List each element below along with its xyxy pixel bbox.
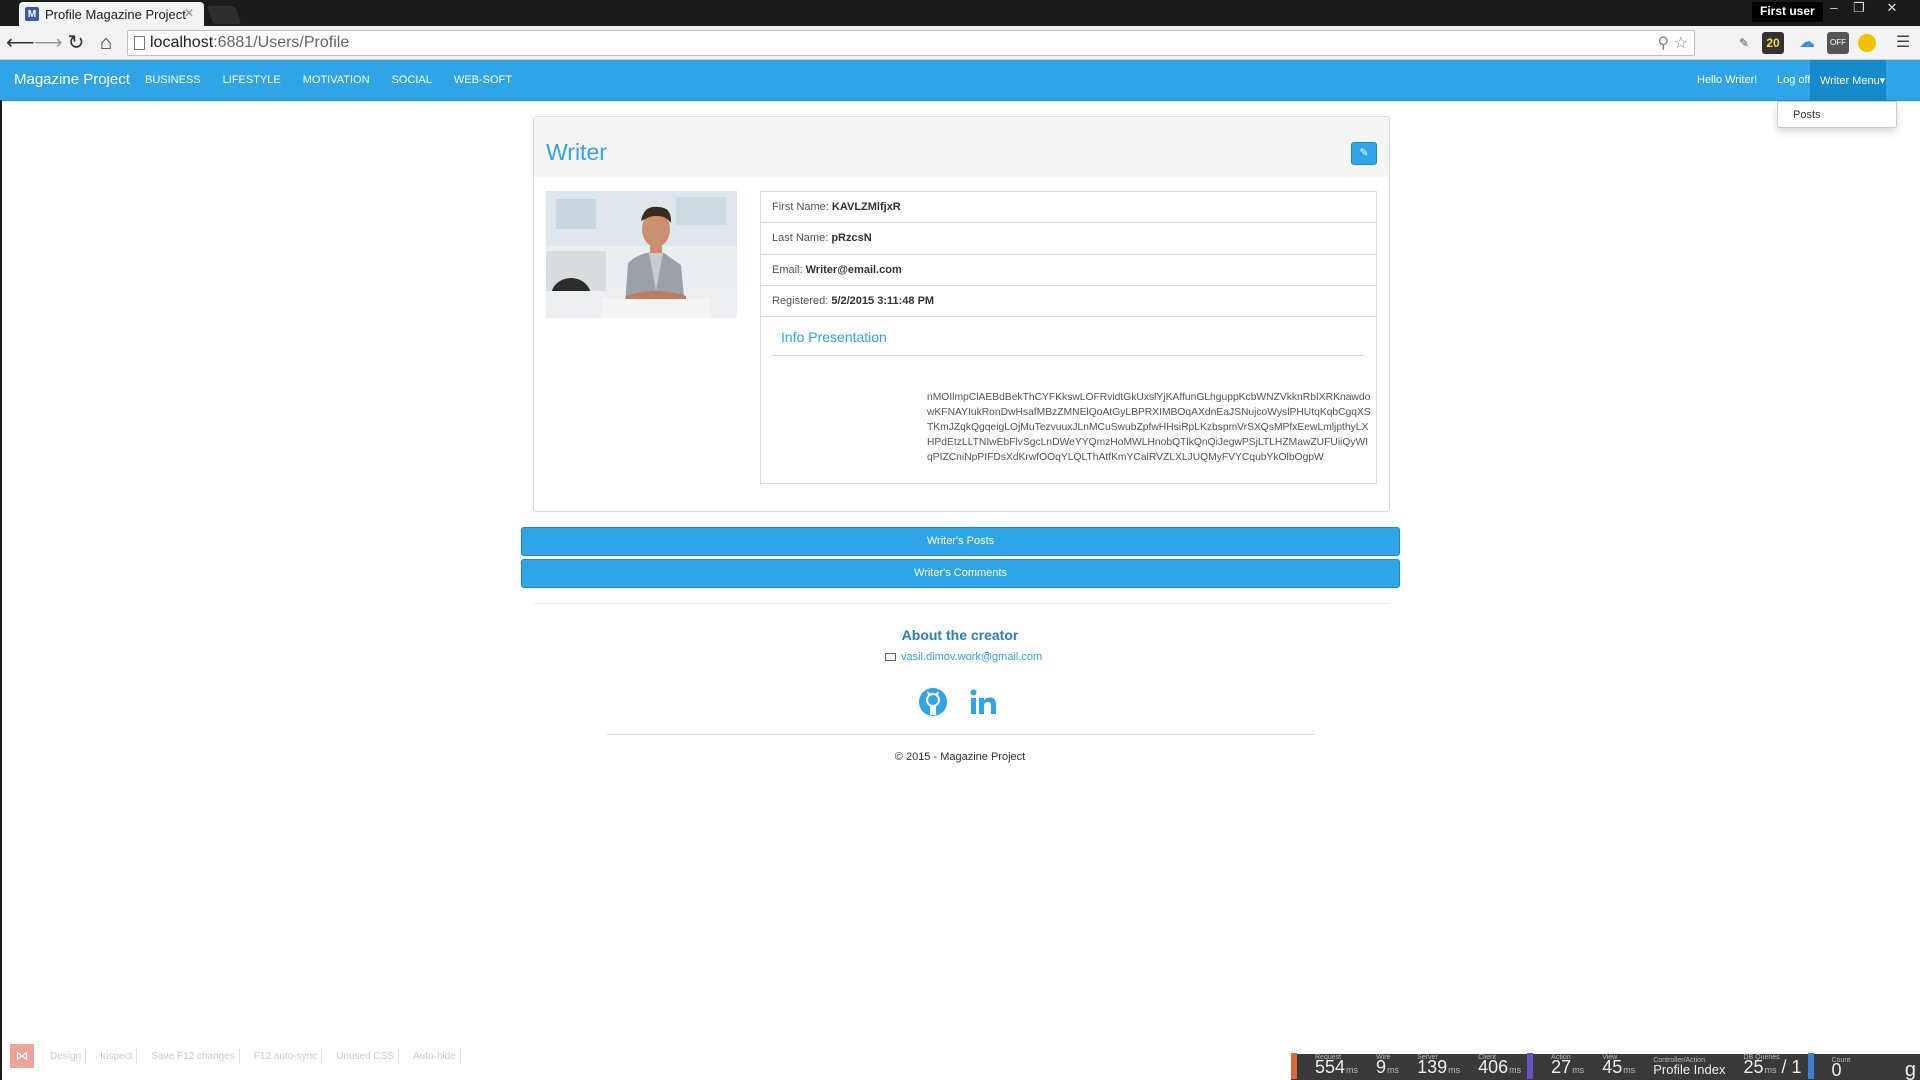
site-navbar: Magazine Project BUSINESS LIFESTYLE MOTI… [0, 60, 1920, 101]
logoff-link[interactable]: Log off [1777, 74, 1810, 86]
profile-details: First Name: KAVLZMlfjxR Last Name: pRzcs… [760, 191, 1377, 484]
browser-tab[interactable]: M Profile Magazine Project ✕ [19, 2, 204, 26]
close-window-icon[interactable]: ✕ [1880, 0, 1904, 18]
tab-title: Profile Magazine Project [45, 6, 186, 22]
url-host: localhost [150, 34, 214, 51]
browser-titlebar: M Profile Magazine Project ✕ First user … [0, 0, 1920, 26]
github-icon[interactable] [918, 687, 948, 717]
f12-autosync-toggle[interactable]: F12 auto-sync [250, 1048, 323, 1064]
writer-menu-label: Writer Menu [1820, 75, 1880, 87]
visual-studio-icon[interactable]: ⋈ [10, 1044, 34, 1068]
caret-down-icon: ▾ [1879, 75, 1886, 87]
last-name-label: Last Name: [772, 232, 829, 244]
info-presentation-text: nMOIlmpClAEBdBekThCYFKkswLOFRvidtGkUxslY… [927, 392, 1371, 463]
nav-link-business[interactable]: BUSINESS [145, 74, 201, 86]
linkedin-icon[interactable] [968, 687, 998, 717]
registered-row: Registered: 5/2/2015 3:11:48 PM [761, 286, 1376, 317]
first-name-value: KAVLZMlfjxR [831, 201, 901, 213]
browser-toolbar: ⟵ ⟶ ↻ ⌂ localhost:6881/Users/Profile ⚲ ☆… [0, 26, 1920, 60]
hello-link[interactable]: Hello Writer! [1697, 74, 1757, 86]
glimpse-request: Request 554ms [1315, 1054, 1359, 1077]
dropdown-item-posts[interactable]: Posts [1793, 109, 1821, 121]
reload-icon[interactable]: ↻ [63, 30, 89, 56]
divider [771, 355, 1365, 356]
writer-menu-dropdown: Posts [1777, 101, 1897, 128]
avatar-photo [546, 191, 737, 318]
creator-email: vasil.dimov.work@gmail.com [901, 651, 1043, 663]
glimpse-action: Action 27ms [1551, 1054, 1585, 1077]
glimpse-view: View 45ms [1602, 1054, 1636, 1077]
page-icon [134, 36, 145, 50]
email-label: Email: [772, 264, 803, 276]
cloud-icon[interactable]: ☁ [1796, 32, 1818, 54]
registered-label: Registered: [772, 295, 829, 307]
address-bar[interactable]: localhost:6881/Users/Profile ⚲ ☆ [127, 30, 1695, 56]
design-toggle[interactable]: Design [46, 1048, 87, 1064]
extension-badge[interactable]: 20 [1762, 32, 1784, 54]
url-path: :6881/Users/Profile [213, 34, 350, 51]
last-name-value: pRzcsN [831, 232, 872, 244]
avatar [546, 191, 737, 318]
glimpse-hud[interactable]: Request 554ms Wire 9ms Server 139ms Client 4… [1291, 1053, 1920, 1080]
eyedropper-icon[interactable]: ✎ [1733, 32, 1755, 54]
copyright: © 2015 - Magazine Project [894, 751, 1026, 763]
glimpse-controller: Controller/Action Profile Index [1653, 1057, 1726, 1077]
writers-posts-button[interactable]: Writer's Posts [521, 527, 1400, 556]
inspect-toggle[interactable]: Inspect [96, 1048, 138, 1064]
writers-comments-button[interactable]: Writer's Comments [521, 559, 1400, 588]
writer-menu-toggle[interactable]: Writer Menu▾ [1810, 60, 1886, 101]
glimpse-db-queries: DB Queries 25ms / 1 [1743, 1054, 1802, 1077]
info-presentation-title: Info Presentation [781, 329, 887, 345]
minimize-icon[interactable]: – [1822, 0, 1846, 18]
creator-email-link[interactable]: vasil.dimov.work@gmail.com [885, 651, 1042, 663]
favicon-icon: M [25, 7, 39, 21]
first-name-row: First Name: KAVLZMlfjxR [761, 192, 1376, 223]
forward-icon[interactable]: ⟶ [34, 30, 63, 56]
extension-off[interactable]: OFF [1827, 32, 1849, 54]
home-icon[interactable]: ⌂ [93, 30, 119, 56]
brand-link[interactable]: Magazine Project [14, 71, 130, 88]
nav-link-websoft[interactable]: WEB-SOFT [454, 74, 512, 86]
panel-heading: Writer ✎ [534, 117, 1389, 177]
profile-panel: Writer ✎ First Name: KAVLZMlfjxR Last Na… [533, 116, 1390, 512]
back-icon[interactable]: ⟵ [6, 30, 35, 56]
browser-link-bar: ⋈ Design Inspect Save F12 changes F12 au… [10, 1041, 471, 1071]
about-creator-heading: About the creator [901, 627, 1019, 643]
first-name-label: First Name: [772, 201, 829, 213]
email-value: Writer@email.com [805, 264, 902, 276]
glimpse-server: Server 139ms [1417, 1054, 1461, 1077]
search-bookmark-icons[interactable]: ⚲ ☆ [1657, 33, 1688, 53]
tab-close-icon[interactable]: ✕ [184, 6, 194, 20]
nav-link-social[interactable]: SOCIAL [392, 74, 432, 86]
save-f12-toggle[interactable]: Save F12 changes [147, 1048, 240, 1064]
glimpse-client: Client 406ms [1478, 1054, 1522, 1077]
nav-links: BUSINESS LIFESTYLE MOTIVATION SOCIAL WEB… [145, 74, 534, 86]
extension-icon[interactable] [1858, 34, 1876, 52]
glimpse-count: Count 0 [1831, 1057, 1851, 1080]
new-tab-button[interactable] [206, 6, 242, 24]
unused-css-toggle[interactable]: Unused CSS [332, 1048, 399, 1064]
glimpse-logo-icon[interactable]: g [1905, 1060, 1916, 1080]
glimpse-wire: Wire 9ms [1376, 1054, 1400, 1077]
edit-profile-button[interactable]: ✎ [1351, 142, 1377, 165]
profile-user-label[interactable]: First user [1752, 2, 1823, 22]
nav-link-motivation[interactable]: MOTIVATION [303, 74, 370, 86]
envelope-icon [885, 653, 896, 661]
registered-value: 5/2/2015 3:11:48 PM [831, 295, 935, 307]
glimpse-http-stripe [1291, 1053, 1297, 1079]
divider [533, 603, 1390, 604]
page-title: Writer [546, 139, 607, 165]
glimpse-host-stripe [1527, 1053, 1534, 1079]
nav-link-lifestyle[interactable]: LIFESTYLE [223, 74, 281, 86]
window-edge [0, 100, 2, 1080]
restore-icon[interactable]: ❐ [1847, 0, 1871, 18]
glimpse-ajax-stripe [1807, 1053, 1814, 1079]
email-row: Email: Writer@email.com [761, 255, 1376, 286]
last-name-row: Last Name: pRzcsN [761, 223, 1376, 255]
autohide-toggle[interactable]: Auto-hide [409, 1048, 461, 1064]
menu-icon[interactable]: ☰ [1892, 32, 1914, 54]
divider [607, 734, 1315, 735]
